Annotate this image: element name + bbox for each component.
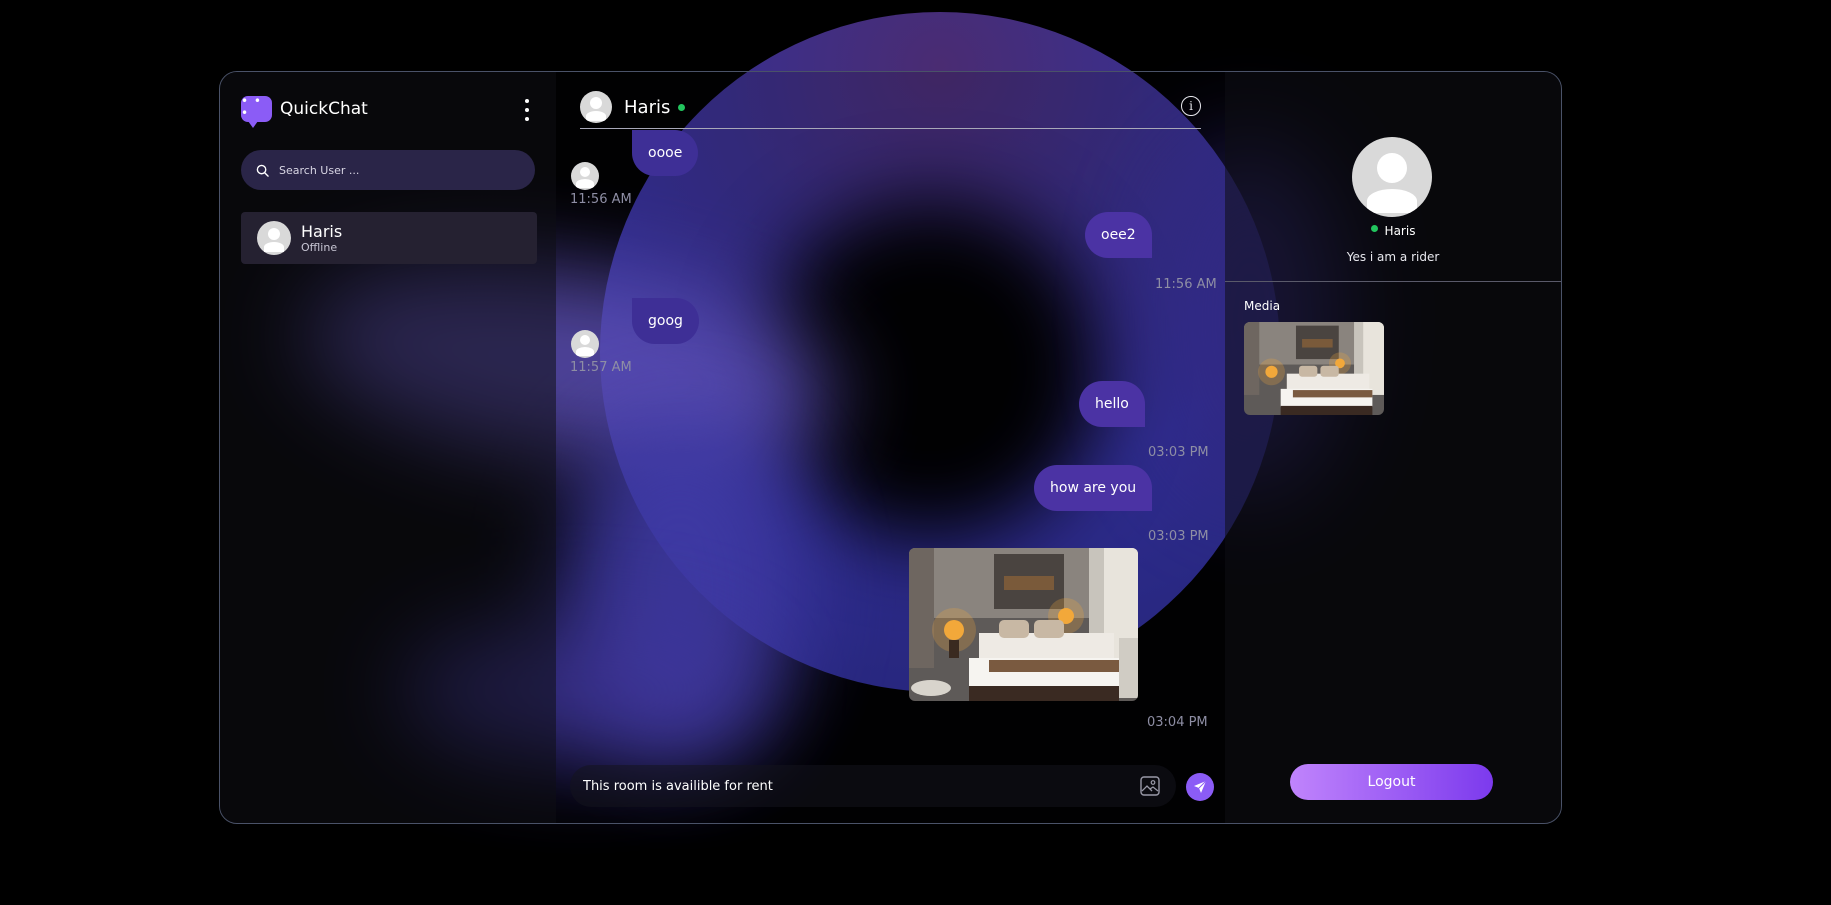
message-image[interactable] [909,548,1138,701]
chat-bubble-icon: • • • [241,95,272,128]
chat-contact-name: Haris [624,96,671,118]
online-status-dot [1370,224,1378,232]
chat-header: Haris i [580,86,1201,129]
sidebar: • • • QuickChat Haris Offline [220,72,556,823]
message-time: 11:57 AM [570,360,632,375]
avatar [571,162,599,190]
contact-status: Offline [301,240,338,254]
chat-app-window: • • • QuickChat Haris Offline [219,71,1562,824]
message-received: goog [632,298,699,344]
logout-button[interactable]: Logout [1290,764,1493,800]
online-status-dot [678,103,686,111]
image-icon[interactable] [1140,776,1160,796]
message-time: 11:56 AM [570,192,632,207]
brand: • • • QuickChat [241,95,368,128]
app-name: QuickChat [280,99,368,119]
message-input[interactable] [581,777,1105,795]
info-icon[interactable]: i [1181,96,1201,116]
profile-panel: Haris Yes i am a rider Media Logout [1225,72,1561,823]
message-time: 11:56 AM [1155,277,1217,292]
contact-item-haris[interactable]: Haris Offline [241,212,537,264]
divider [1225,281,1561,282]
avatar[interactable] [580,91,612,123]
message-sent: how are you [1034,465,1153,511]
send-button[interactable] [1186,773,1214,801]
send-icon [1194,780,1207,793]
media-label: Media [1244,299,1281,313]
message-sent: hello [1079,381,1145,427]
profile-name: Haris [1384,224,1416,238]
search-input[interactable] [277,162,511,178]
message-composer [570,765,1176,807]
avatar [257,221,291,255]
message-time: 03:03 PM [1148,445,1209,460]
message-time: 03:04 PM [1147,715,1208,730]
hotel-room-photo [909,548,1138,701]
hotel-room-photo [1244,322,1384,415]
message-time: 03:03 PM [1148,529,1209,544]
profile-name-row: Haris [1225,224,1561,238]
chat-panel: Haris i oooe 11:56 AM oee2 11:56 AM goog… [556,72,1225,823]
message-sent: oee2 [1085,212,1152,258]
kebab-menu-icon[interactable] [522,99,532,121]
search-icon [256,164,269,177]
media-thumbnail[interactable] [1244,322,1384,415]
profile-bio: Yes i am a rider [1346,250,1440,264]
contact-name: Haris [301,221,343,241]
search-bar [241,150,535,190]
avatar [571,330,599,358]
message-received: oooe [632,130,699,176]
profile-avatar [1352,137,1432,217]
